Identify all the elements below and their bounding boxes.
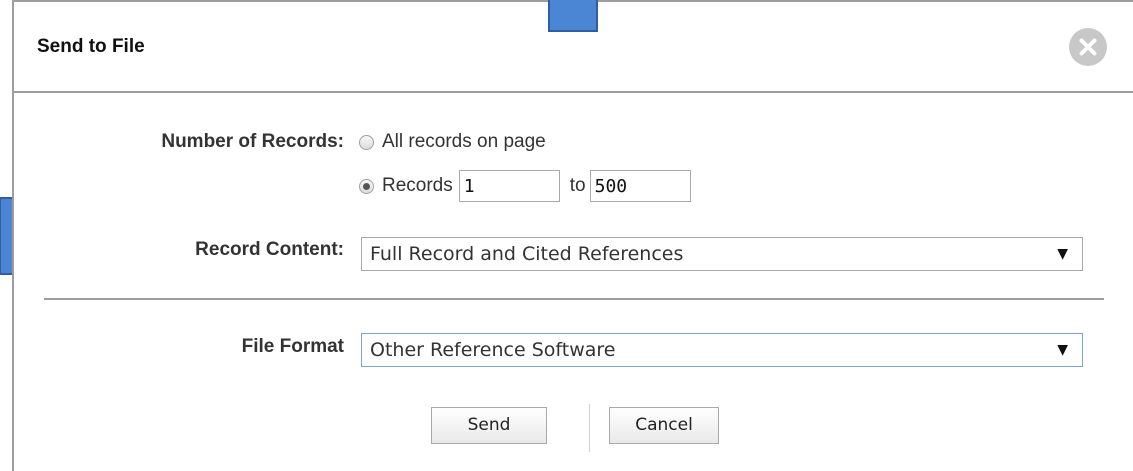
send-button[interactable]: Send <box>431 407 547 444</box>
section-divider <box>44 298 1104 300</box>
radio-all-records-label: All records on page <box>382 131 546 152</box>
dialog-title: Send to File <box>37 36 145 57</box>
close-button[interactable] <box>1069 28 1107 66</box>
cancel-button[interactable]: Cancel <box>609 407 719 444</box>
radio-records-range-label: Records <box>382 175 453 196</box>
radio-records-range-row[interactable]: Records to <box>359 168 691 204</box>
file-format-select[interactable]: Other Reference Software ▼ <box>361 333 1083 367</box>
records-to-input[interactable] <box>589 170 691 202</box>
radio-all-records-row[interactable]: All records on page <box>359 128 546 156</box>
close-icon <box>1079 38 1097 56</box>
records-from-input[interactable] <box>458 170 560 202</box>
number-of-records-label: Number of Records: <box>161 131 344 152</box>
record-content-select[interactable]: Full Record and Cited References ▼ <box>361 237 1083 271</box>
file-format-label: File Format <box>241 336 344 357</box>
chevron-down-icon: ▼ <box>1057 246 1068 262</box>
chevron-down-icon: ▼ <box>1057 342 1068 358</box>
records-to-label: to <box>569 175 586 196</box>
file-format-value: Other Reference Software <box>370 339 616 361</box>
arrow-down-icon <box>548 0 598 32</box>
button-separator <box>589 404 590 452</box>
record-content-label: Record Content: <box>195 239 344 260</box>
radio-all-records[interactable] <box>359 134 374 150</box>
radio-records-range[interactable] <box>359 178 374 194</box>
send-to-file-dialog: Send to File Number of Records: All reco… <box>12 0 1133 471</box>
record-content-value: Full Record and Cited References <box>370 243 684 265</box>
